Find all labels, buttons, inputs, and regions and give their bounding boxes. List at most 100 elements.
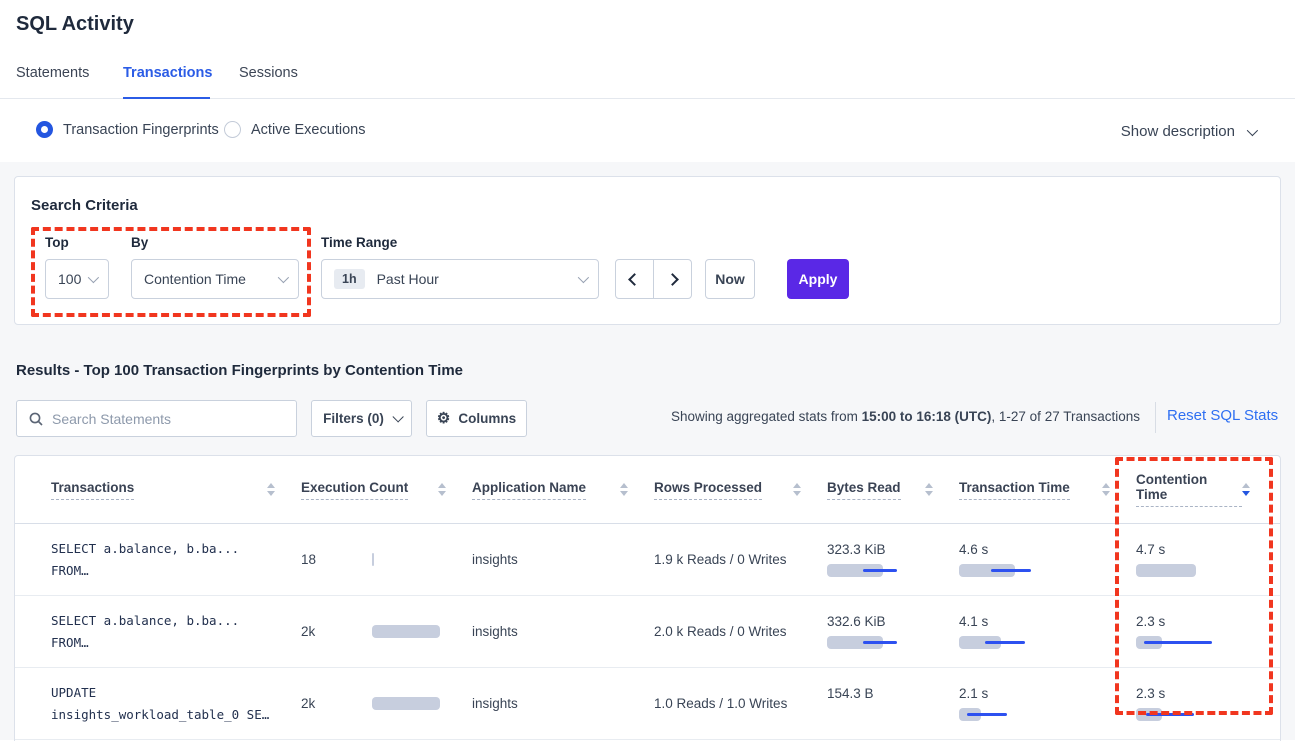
search-criteria-card: Search Criteria Top 100 By Contention Ti… — [14, 176, 1281, 325]
stddev-line — [863, 641, 897, 645]
transaction-time-cell: 4.1 s — [959, 614, 1136, 650]
table-row[interactable]: UPDATE insights_workload_table_0 SE… 2k … — [15, 668, 1280, 740]
stddev-line — [863, 569, 897, 573]
gear-icon: ⚙ — [437, 411, 450, 426]
chevron-down-icon — [88, 272, 99, 283]
stats-prefix: Showing aggregated stats from — [671, 409, 862, 424]
rows-processed-cell: 1.0 Reads / 1.0 Writes — [654, 696, 827, 711]
sort-icon[interactable] — [620, 483, 628, 496]
radio-transaction-fingerprints[interactable]: Transaction Fingerprints — [36, 121, 219, 138]
column-header-application-name[interactable]: Application Name — [472, 480, 654, 500]
contention-time-cell: 2.3 s — [1136, 686, 1276, 722]
now-button[interactable]: Now — [705, 259, 755, 299]
columns-label: Columns — [458, 411, 516, 426]
time-nav-group — [615, 259, 692, 299]
tab-sessions[interactable]: Sessions — [239, 65, 298, 81]
execution-count-bar — [372, 625, 440, 638]
time-range-select[interactable]: 1h Past Hour — [321, 259, 599, 299]
search-statements-box[interactable] — [16, 400, 297, 437]
sort-icon[interactable] — [267, 483, 275, 496]
reset-sql-stats-link[interactable]: Reset SQL Stats — [1167, 407, 1278, 424]
sort-icon-active-desc[interactable] — [1242, 483, 1250, 496]
execution-count-bar — [372, 697, 440, 710]
stats-suffix: , 1-27 of 27 Transactions — [991, 409, 1140, 424]
stddev-line — [967, 713, 1007, 717]
application-name-cell: insights — [472, 552, 654, 567]
search-criteria-heading: Search Criteria — [31, 197, 138, 214]
sql-fingerprint[interactable]: SELECT a.balance, b.ba... FROM… — [51, 538, 301, 582]
tab-transactions[interactable]: Transactions — [123, 65, 212, 81]
table-row[interactable]: SELECT a.balance, b.ba... FROM… 18 insig… — [15, 524, 1280, 596]
sort-icon[interactable] — [925, 483, 933, 496]
contention-time-cell: 4.7 s — [1136, 542, 1276, 578]
chevron-down-icon — [278, 272, 289, 283]
execution-count-cell: 2k — [301, 624, 472, 639]
table-row[interactable]: SELECT a.balance, b.ba... FROM… 2k insig… — [15, 596, 1280, 668]
sql-fingerprint[interactable]: SELECT a.balance, b.ba... FROM… — [51, 610, 301, 654]
next-time-button[interactable] — [654, 260, 692, 298]
chevron-down-icon — [1247, 124, 1258, 135]
column-header-transactions[interactable]: Transactions — [51, 480, 301, 500]
column-header-execution-count[interactable]: Execution Count — [301, 480, 472, 500]
execution-count-cell: 2k — [301, 696, 472, 711]
table-header-row: Transactions Execution Count Application… — [15, 456, 1280, 524]
column-header-bytes-read[interactable]: Bytes Read — [827, 480, 959, 500]
stddev-line — [1146, 713, 1194, 717]
column-header-contention-time[interactable]: Contention Time — [1136, 472, 1276, 507]
search-icon — [29, 412, 43, 426]
stats-text: Showing aggregated stats from 15:00 to 1… — [600, 409, 1140, 424]
application-name-cell: insights — [472, 696, 654, 711]
page-title: SQL Activity — [16, 13, 134, 36]
stddev-line — [991, 569, 1031, 573]
view-toggle-row: Transaction Fingerprints Active Executio… — [0, 99, 1295, 162]
results-heading: Results - Top 100 Transaction Fingerprin… — [16, 362, 463, 379]
sort-icon[interactable] — [438, 483, 446, 496]
column-header-rows-processed[interactable]: Rows Processed — [654, 480, 827, 500]
bytes-read-cell: 323.3 KiB — [827, 542, 959, 578]
chevron-down-icon — [392, 411, 403, 422]
column-header-transaction-time[interactable]: Transaction Time — [959, 480, 1136, 500]
columns-button[interactable]: ⚙ Columns — [426, 400, 527, 437]
time-range-value: Past Hour — [377, 271, 578, 287]
by-label: By — [131, 235, 148, 250]
chevron-left-icon — [628, 273, 641, 286]
tab-bar: Statements Transactions Sessions — [0, 58, 1295, 99]
execution-count-bar — [372, 553, 374, 566]
rows-processed-cell: 1.9 k Reads / 0 Writes — [654, 552, 827, 567]
time-range-badge: 1h — [334, 269, 365, 289]
rows-processed-cell: 2.0 k Reads / 0 Writes — [654, 624, 827, 639]
tab-statements[interactable]: Statements — [16, 65, 89, 81]
sort-icon[interactable] — [1102, 483, 1110, 496]
radio-selected-icon[interactable] — [36, 121, 53, 138]
execution-count-cell: 18 — [301, 552, 472, 567]
transaction-time-cell: 2.1 s — [959, 686, 1136, 722]
top-label: Top — [45, 235, 69, 250]
apply-button[interactable]: Apply — [787, 259, 849, 299]
prev-time-button[interactable] — [616, 260, 654, 298]
radio-label: Transaction Fingerprints — [63, 122, 219, 138]
top-select[interactable]: 100 — [45, 259, 109, 299]
contention-time-cell: 2.3 s — [1136, 614, 1276, 650]
filters-label: Filters (0) — [323, 411, 384, 426]
show-description-toggle[interactable]: Show description — [1121, 123, 1255, 140]
sort-icon[interactable] — [793, 483, 801, 496]
mean-bar — [1136, 564, 1196, 577]
application-name-cell: insights — [472, 624, 654, 639]
radio-unselected-icon[interactable] — [224, 121, 241, 138]
bytes-read-cell: 154.3 B — [827, 686, 959, 722]
chevron-down-icon — [578, 272, 589, 283]
transactions-table: Transactions Execution Count Application… — [14, 455, 1281, 741]
show-description-label: Show description — [1121, 123, 1235, 140]
sql-fingerprint[interactable]: UPDATE insights_workload_table_0 SE… — [51, 682, 301, 726]
radio-active-executions[interactable]: Active Executions — [224, 121, 365, 138]
transaction-time-cell: 4.6 s — [959, 542, 1136, 578]
stddev-line — [1144, 641, 1212, 645]
divider — [1155, 402, 1156, 433]
bytes-read-cell: 332.6 KiB — [827, 614, 959, 650]
filters-button[interactable]: Filters (0) — [311, 400, 412, 437]
time-range-label: Time Range — [321, 235, 397, 250]
stddev-line — [985, 641, 1025, 645]
search-input[interactable] — [52, 411, 284, 427]
chevron-right-icon — [666, 273, 679, 286]
by-select[interactable]: Contention Time — [131, 259, 299, 299]
